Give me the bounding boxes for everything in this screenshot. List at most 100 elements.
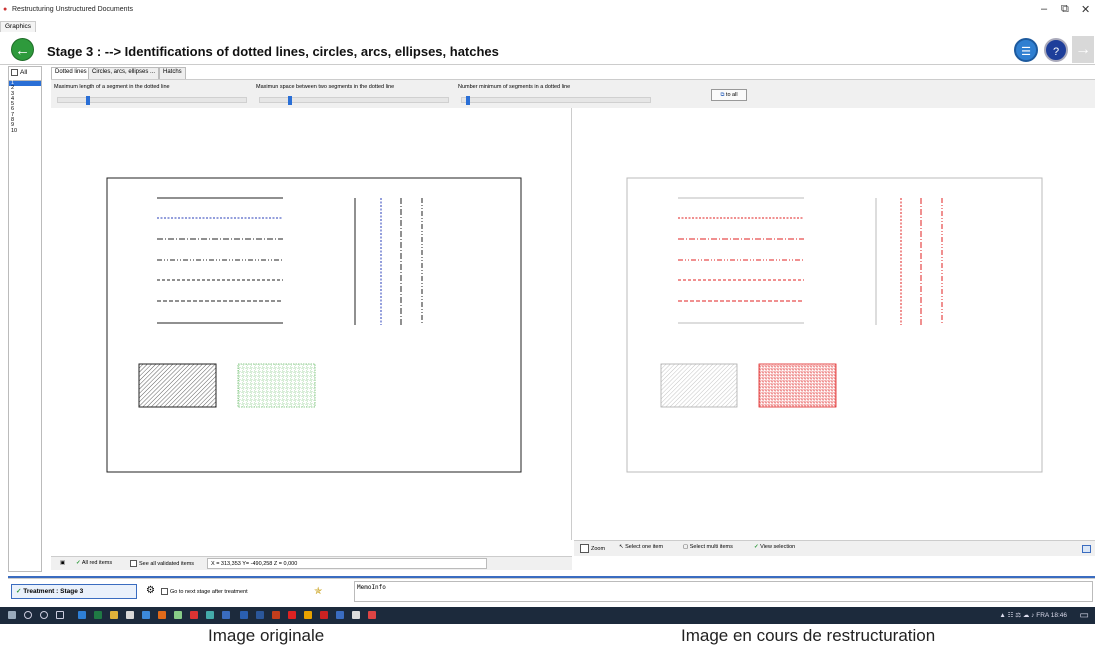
copy-icon: ⧉ [720, 92, 725, 98]
search-icon[interactable] [24, 611, 32, 619]
select-multi-button[interactable]: ▢ Select multi items [683, 544, 733, 550]
app-icon[interactable] [240, 611, 248, 619]
caption-restructured: Image en cours de restructuration [681, 626, 936, 645]
menu-graphics[interactable]: Graphics [0, 21, 37, 32]
check-icon: ✓ [76, 560, 81, 566]
outlook-icon[interactable] [222, 611, 230, 619]
tab-hatchs[interactable]: Hatchs [159, 67, 186, 79]
restore-button[interactable]: ⧉ [1061, 3, 1069, 16]
drawing-list: All 1 2 3 4 5 6 7 8 9 10 [8, 66, 42, 572]
select-one-label: Select one item [625, 544, 664, 550]
slider-thumb[interactable] [466, 96, 470, 105]
word-icon[interactable] [256, 611, 264, 619]
max-length-label: Maximum length of a segment in the dotte… [54, 84, 170, 90]
acrobat-icon[interactable] [320, 611, 328, 619]
restructured-drawing [626, 177, 1043, 473]
list-items: 1 2 3 4 5 6 7 8 9 10 [9, 80, 41, 134]
treatment-label: Treatment : Stage 3 [23, 588, 84, 595]
min-segments-slider[interactable] [461, 96, 651, 105]
treatment-bar: ✓ Treatment : Stage 3 ⚙ Go to next stage… [8, 578, 1095, 604]
go-next-toggle[interactable]: Go to next stage after treatment [161, 588, 248, 595]
app-icon[interactable] [174, 611, 182, 619]
store-icon[interactable] [126, 611, 134, 619]
check-icon: ✓ [16, 588, 22, 595]
fit-view-icon[interactable]: ▣ [60, 560, 65, 566]
all-checkbox[interactable] [11, 69, 18, 76]
stage-title: Stage 3 : --> Identifications of dotted … [47, 44, 499, 59]
app-eye-icon: ● [3, 6, 8, 13]
system-tray[interactable]: ▲ ☷ ⚖ ☁ ♪ FRA 18:46 [999, 611, 1067, 619]
memo-info-box[interactable]: MemoInfo [354, 581, 1093, 602]
check-icon: ✓ [754, 544, 759, 550]
go-next-checkbox[interactable] [161, 588, 168, 595]
multi-select-icon: ▢ [683, 544, 689, 550]
tab-circles-arcs[interactable]: Circles, arcs, ellipses ... [88, 67, 160, 79]
original-image-pane[interactable] [51, 108, 572, 540]
all-checkbox-row[interactable]: All [11, 69, 27, 76]
panel-toggle-icon[interactable] [1082, 545, 1091, 553]
excel-icon[interactable] [94, 611, 102, 619]
max-length-slider[interactable] [57, 96, 247, 105]
gear-icon[interactable]: ⚙ [146, 585, 155, 596]
max-space-slider[interactable] [259, 96, 449, 105]
see-validated-toggle[interactable]: See all validated items [130, 560, 194, 567]
treatment-button[interactable]: ✓ Treatment : Stage 3 [11, 584, 137, 599]
network-icon: ▲ ☷ ⚖ ☁ ♪ [999, 612, 1035, 619]
menu-bar: Graphics [0, 20, 1095, 32]
app-icon[interactable] [336, 611, 344, 619]
list-item[interactable]: 10 [9, 128, 41, 134]
chrome-icon[interactable] [304, 611, 312, 619]
caption-original: Image originale [208, 626, 325, 645]
slider-thumb[interactable] [288, 96, 292, 105]
help-icon[interactable]: ? [1044, 38, 1068, 62]
minimize-button[interactable]: – [1041, 3, 1047, 15]
explorer-icon[interactable] [110, 611, 118, 619]
view-selection-label: View selection [760, 544, 796, 550]
cortana-icon[interactable] [40, 611, 48, 619]
close-button[interactable]: ✕ [1081, 3, 1090, 16]
select-one-button[interactable]: ↖ Select one item [619, 544, 663, 550]
windows-start-icon[interactable] [8, 611, 16, 619]
back-arrow-icon[interactable]: ← [11, 38, 34, 61]
see-validated-checkbox[interactable] [130, 560, 137, 567]
powerpoint-icon[interactable] [272, 611, 280, 619]
to-all-button[interactable]: ⧉ to all [711, 89, 747, 101]
zoom-checkbox[interactable] [580, 544, 589, 553]
photos-icon[interactable] [352, 611, 360, 619]
all-label: All [20, 69, 28, 77]
window-title: Restructuring Unstructured Documents [12, 6, 133, 13]
broom-icon[interactable]: ✯ [314, 586, 322, 597]
windows-taskbar: ▲ ☷ ⚖ ☁ ♪ FRA 18:46 ▭ [0, 607, 1095, 624]
app-icon[interactable] [190, 611, 198, 619]
all-red-items-label: All red items [81, 560, 113, 566]
notification-icon[interactable]: ▭ [1080, 610, 1089, 621]
app-icon[interactable] [368, 611, 376, 619]
restructured-image-pane[interactable] [574, 108, 1095, 540]
task-view-icon[interactable] [56, 611, 64, 619]
max-space-label: Maximun space between two segments in th… [256, 84, 395, 90]
to-all-label: to all [725, 92, 738, 98]
zoom-label: Zoom [591, 545, 606, 552]
app-icon[interactable] [142, 611, 150, 619]
app-icon[interactable] [158, 611, 166, 619]
database-icon[interactable]: ☰ [1014, 38, 1038, 62]
title-bar: ● Restructuring Unstructured Documents –… [0, 0, 1095, 20]
zoom-button[interactable]: Zoom [580, 544, 605, 553]
cursor-icon: ↖ [619, 544, 624, 550]
forward-arrow-icon[interactable]: → [1072, 36, 1094, 63]
slider-thumb[interactable] [86, 96, 90, 105]
min-segments-label: Number minimum of segments in a dotted l… [458, 84, 571, 90]
tab-dotted-lines[interactable]: Dotted lines [51, 67, 91, 79]
app-icon[interactable] [288, 611, 296, 619]
app-icon[interactable] [206, 611, 214, 619]
view-selection-button[interactable]: ✓ View selection [754, 544, 795, 550]
left-status-bar: ▣ ✓ All red items See all validated item… [51, 556, 572, 570]
all-red-items-button[interactable]: ✓ All red items [76, 560, 112, 566]
parameter-panel: Maximum length of a segment in the dotte… [51, 79, 1095, 108]
view-toolbar: Zoom ↖ Select one item ▢ Select multi it… [574, 540, 1095, 556]
go-next-label: Go to next stage after treatment [170, 588, 248, 595]
language-indicator[interactable]: FRA [1036, 612, 1049, 619]
edge-icon[interactable] [78, 611, 86, 619]
see-validated-label: See all validated items [139, 560, 195, 567]
clock[interactable]: 18:46 [1051, 612, 1067, 619]
